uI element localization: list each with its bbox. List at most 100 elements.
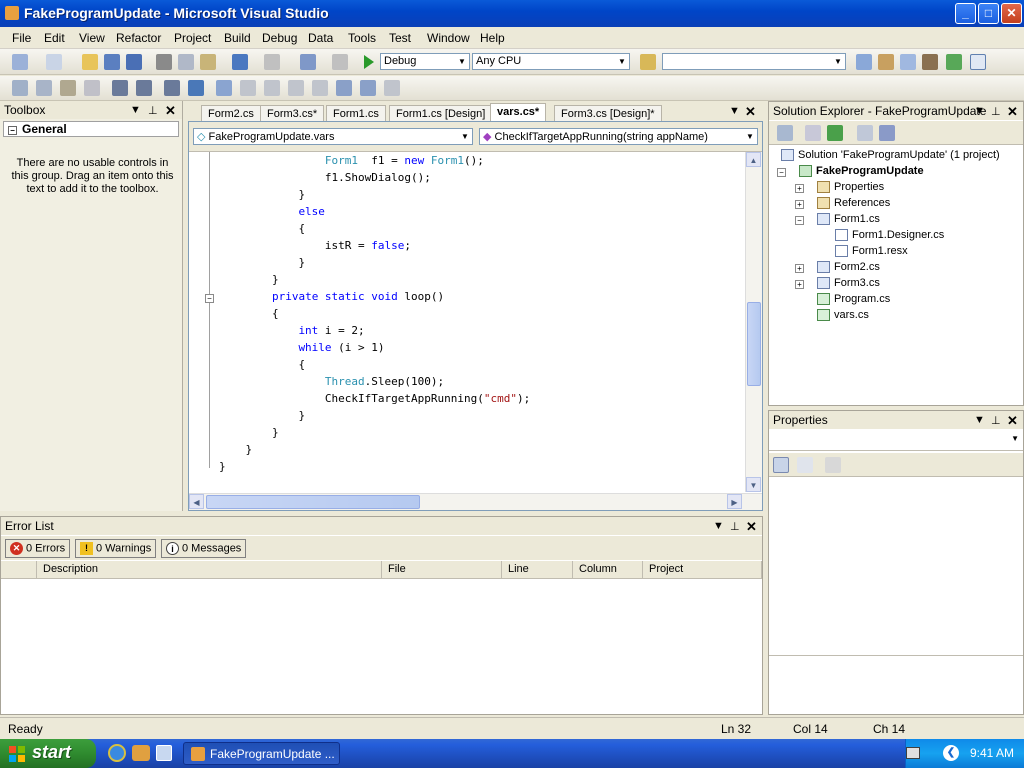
close-tab-icon[interactable]: ✕ — [745, 104, 756, 120]
menu-help[interactable]: Help — [480, 31, 505, 45]
collapse-icon[interactable]: − — [795, 216, 804, 225]
code-line[interactable]: CheckIfTargetAppRunning("cmd"); — [325, 390, 530, 407]
tree-item-vars-cs[interactable]: vars.cs — [817, 307, 869, 323]
menu-file[interactable]: File — [12, 31, 31, 45]
complete-word-icon[interactable] — [84, 80, 100, 96]
expand-icon[interactable]: + — [795, 280, 804, 289]
configuration-dropdown[interactable]: Debug ▼ — [380, 53, 470, 70]
view-code-icon[interactable] — [857, 125, 873, 141]
horizontal-scrollbar[interactable]: ◀ ▶ — [189, 493, 762, 510]
window-position-icon[interactable]: ▼ — [130, 104, 141, 116]
menu-project[interactable]: Project — [174, 31, 211, 45]
toolbox-icon[interactable] — [922, 54, 938, 70]
show-desktop-icon[interactable] — [156, 745, 172, 761]
paste-icon[interactable] — [200, 54, 216, 70]
solution-node[interactable]: Solution 'FakeProgramUpdate' (1 project) — [781, 147, 1000, 163]
project-node[interactable]: FakeProgramUpdate — [799, 163, 924, 179]
close-button[interactable]: ✕ — [1001, 3, 1022, 24]
code-line[interactable]: { — [298, 356, 305, 373]
code-line[interactable]: } — [245, 441, 252, 458]
previous-bookmark-icon[interactable] — [240, 80, 256, 96]
properties-window-icon[interactable] — [878, 54, 894, 70]
close-icon[interactable]: ✕ — [165, 103, 176, 119]
properties-icon[interactable] — [777, 125, 793, 141]
next-bookmark-doc-icon[interactable] — [360, 80, 376, 96]
solution-explorer-icon[interactable] — [856, 54, 872, 70]
uncomment-icon[interactable] — [188, 80, 204, 96]
scroll-up-icon[interactable]: ▲ — [746, 152, 761, 167]
pin-icon[interactable]: ⊥ — [991, 105, 1001, 118]
column-header-line[interactable]: Line — [502, 561, 573, 579]
internet-explorer-icon[interactable] — [108, 744, 126, 762]
code-line[interactable]: else — [298, 203, 325, 220]
previous-bookmark-folder-icon[interactable] — [288, 80, 304, 96]
copy-icon[interactable] — [178, 54, 194, 70]
menu-test[interactable]: Test — [389, 31, 411, 45]
cut-icon[interactable] — [156, 54, 172, 70]
menu-refactor[interactable]: Refactor — [116, 31, 161, 45]
next-bookmark-folder-icon[interactable] — [312, 80, 328, 96]
object-selector[interactable]: ▼ — [769, 431, 1023, 451]
scroll-right-icon[interactable]: ▶ — [727, 494, 742, 509]
keyboard-icon[interactable] — [906, 747, 920, 759]
menu-edit[interactable]: Edit — [44, 31, 65, 45]
member-dropdown[interactable]: ◆ CheckIfTargetAppRunning(string appName… — [479, 128, 758, 145]
tree-item-form1-resx[interactable]: Form1.resx — [835, 243, 908, 259]
comment-out-icon[interactable] — [164, 80, 180, 96]
column-header-icon[interactable] — [1, 561, 37, 579]
title-bar[interactable]: FakeProgramUpdate - Microsoft Visual Stu… — [0, 0, 1024, 27]
column-header-column[interactable]: Column — [573, 561, 643, 579]
tab-vars-cs[interactable]: vars.cs* — [490, 103, 547, 122]
code-line[interactable]: private static void loop() — [272, 288, 444, 305]
maximize-button[interactable]: □ — [978, 3, 999, 24]
code-line[interactable]: { — [298, 220, 305, 237]
toolbox-group-general[interactable]: − General — [3, 121, 179, 137]
messages-filter-button[interactable]: i0 Messages — [161, 539, 247, 558]
decrease-indent-icon[interactable] — [112, 80, 128, 96]
collapse-icon[interactable]: − — [8, 126, 17, 135]
expand-icon[interactable]: + — [795, 264, 804, 273]
scroll-left-icon[interactable]: ◀ — [189, 494, 204, 509]
redo-icon[interactable] — [264, 54, 280, 70]
code-line[interactable]: } — [219, 458, 226, 475]
code-editor[interactable]: ◇ FakeProgramUpdate.vars ▼ ◆ CheckIfTarg… — [188, 121, 763, 511]
save-all-icon[interactable] — [126, 54, 142, 70]
scroll-down-icon[interactable]: ▼ — [746, 477, 761, 492]
display-object-member-list-icon[interactable] — [12, 80, 28, 96]
alphabetical-icon[interactable] — [797, 457, 813, 473]
active-files-icon[interactable]: ▼ — [729, 105, 740, 117]
collapse-icon[interactable]: − — [777, 168, 786, 177]
window-position-icon[interactable]: ▼ — [974, 414, 985, 426]
menu-data[interactable]: Data — [308, 31, 333, 45]
collapse-region-icon[interactable]: − — [205, 294, 214, 303]
code-line[interactable]: istR = false; — [325, 237, 411, 254]
menu-window[interactable]: Window — [427, 31, 470, 45]
code-line[interactable]: } — [272, 271, 279, 288]
tree-item-form3-cs[interactable]: Form3.cs — [817, 275, 880, 291]
expand-icon[interactable]: + — [795, 184, 804, 193]
code-line[interactable]: while (i > 1) — [298, 339, 384, 356]
undo-icon[interactable] — [232, 54, 248, 70]
find-combo[interactable]: ▼ — [662, 53, 846, 70]
tab-form1-cs[interactable]: Form1.cs — [326, 105, 386, 122]
toggle-bookmark-icon[interactable] — [216, 80, 232, 96]
code-line[interactable]: int i = 2; — [298, 322, 364, 339]
code-line[interactable]: } — [298, 186, 305, 203]
tab-form2-cs[interactable]: Form2.cs — [201, 105, 261, 122]
column-header-description[interactable]: Description — [37, 561, 382, 579]
parameter-info-icon[interactable] — [36, 80, 52, 96]
navigate-forward-icon[interactable] — [332, 54, 348, 70]
code-line[interactable]: { — [272, 305, 279, 322]
navigate-backward-icon[interactable] — [300, 54, 316, 70]
close-icon[interactable]: ✕ — [1007, 413, 1018, 429]
refresh-icon[interactable] — [827, 125, 843, 141]
tab-form3-design[interactable]: Form3.cs [Design]* — [554, 105, 662, 122]
show-all-files-icon[interactable] — [805, 125, 821, 141]
pin-icon[interactable]: ⊥ — [991, 414, 1001, 427]
code-line[interactable]: Form1 f1 = new Form1(); — [325, 152, 484, 169]
minimize-button[interactable]: _ — [955, 3, 976, 24]
start-button[interactable]: start — [0, 739, 96, 768]
tab-form1-design[interactable]: Form1.cs [Design] — [389, 105, 493, 122]
start-debugging-icon[interactable] — [364, 55, 374, 69]
categorized-icon[interactable] — [773, 457, 789, 473]
